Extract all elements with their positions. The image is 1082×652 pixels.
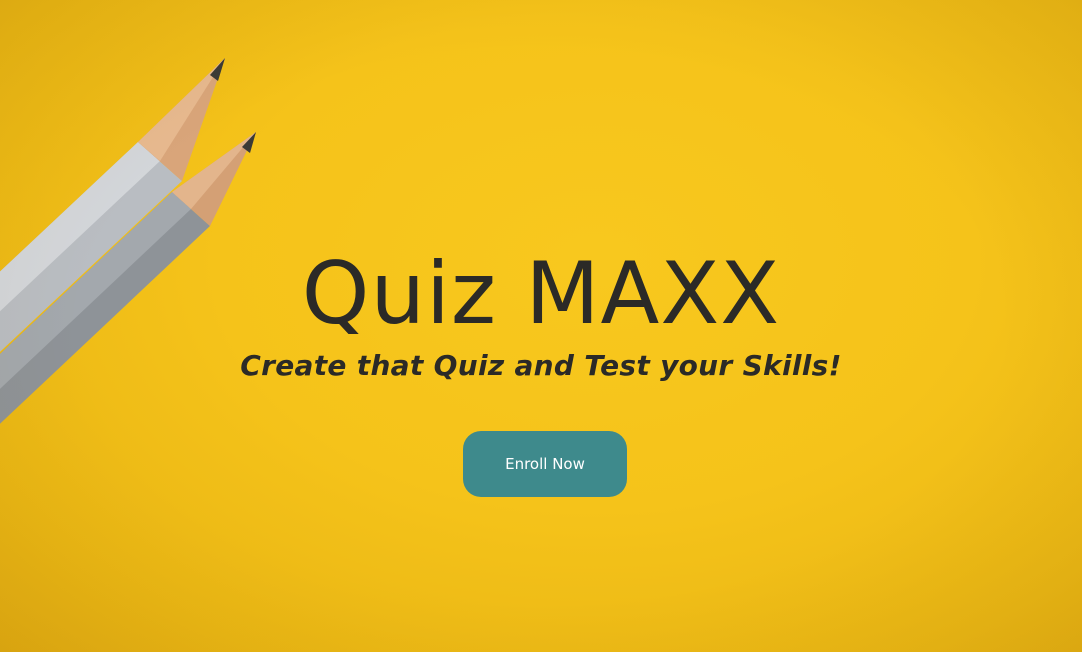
enroll-now-button[interactable]: Enroll Now — [463, 431, 627, 497]
page-subtitle: Create that Quiz and Test your Skills! — [240, 349, 842, 382]
page-title: Quiz MAXX — [301, 244, 781, 344]
hero-section: Quiz MAXX Create that Quiz and Test your… — [0, 0, 1082, 652]
